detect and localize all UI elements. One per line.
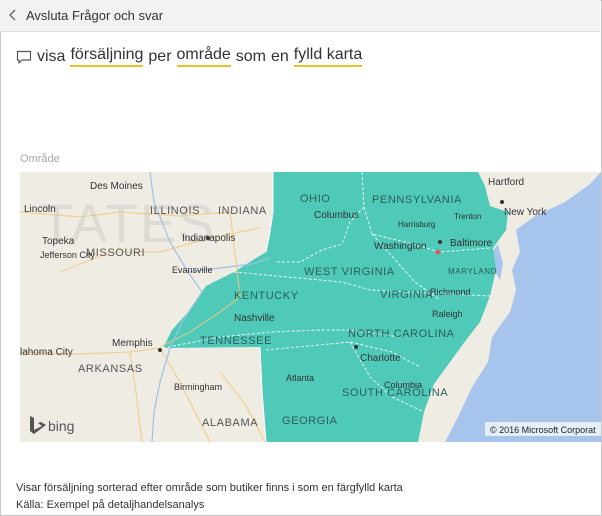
chevron-left-icon — [9, 9, 16, 21]
filled-map[interactable]: TATES ILLINOIS INDIANA OHIO PENNSYLVANIA… — [20, 172, 601, 442]
visual-source: Källa: Exempel på detaljhandelsanalys — [16, 499, 205, 511]
question-word: per — [148, 47, 172, 65]
city-label: Indianapolis — [182, 233, 235, 244]
city-label: Columbus — [314, 210, 359, 221]
map-canvas: TATES ILLINOIS INDIANA OHIO PENNSYLVANIA… — [20, 172, 601, 442]
city-label: Nashville — [234, 313, 275, 324]
state-label: OHIO — [300, 193, 331, 205]
state-label: MARYLAND — [448, 267, 497, 276]
question-box[interactable]: visa försäljning per område som en fylld… — [16, 46, 367, 67]
city-label: lahoma City — [20, 347, 73, 358]
city-label: Lincoln — [24, 204, 56, 215]
svg-text:bing: bing — [48, 418, 74, 434]
state-label: ILLINOIS — [150, 205, 200, 217]
exit-qa-label: Avsluta Frågor och svar — [26, 7, 164, 23]
city-label: Harrisburg — [398, 220, 435, 229]
city-label: Hartford — [488, 177, 524, 188]
state-label: KENTUCKY — [234, 290, 299, 302]
state-label: WEST VIRGINIA — [304, 266, 395, 278]
city-label: Evansville — [172, 265, 213, 275]
question-word: visa — [37, 47, 66, 65]
city-label: Atlanta — [286, 373, 314, 383]
state-label: INDIANA — [218, 205, 267, 217]
question-keyword: fylld karta — [293, 46, 363, 67]
state-label: ALABAMA — [202, 417, 258, 429]
exit-qa-button[interactable]: Avsluta Frågor och svar — [6, 6, 163, 24]
city-label: Trenton — [454, 212, 481, 221]
state-label: GEORGIA — [282, 415, 338, 427]
city-label: Charlotte — [360, 353, 401, 364]
state-label: ARKANSAS — [78, 363, 143, 375]
question-keyword: område — [176, 46, 231, 67]
city-label: Raleigh — [432, 309, 463, 319]
city-label: New York — [504, 207, 547, 218]
city-label: Birmingham — [174, 382, 222, 392]
state-label: NORTH CAROLINA — [348, 328, 455, 340]
question-word: som — [235, 47, 266, 65]
top-bar: Avsluta Frågor och svar — [0, 0, 600, 32]
visual-title: Område — [20, 153, 60, 165]
city-label: Columbia — [384, 380, 422, 390]
state-label: PENNSYLVANIA — [372, 194, 462, 206]
city-label: Baltimore — [450, 238, 493, 249]
question-word: en — [271, 47, 289, 65]
city-label: Des Moines — [90, 181, 143, 192]
visual-description: Visar försäljning sorterad efter område … — [16, 482, 403, 494]
state-label: MISSOURI — [86, 247, 145, 259]
state-label: VIRGINIA — [380, 289, 433, 301]
city-label: Richmond — [430, 287, 471, 297]
city-label: Topeka — [42, 236, 75, 247]
question-keyword: försäljning — [70, 46, 144, 67]
city-label: Memphis — [112, 338, 153, 349]
speech-bubble-icon — [16, 50, 32, 64]
city-label: Washington — [374, 241, 426, 252]
city-label: Jefferson City — [40, 250, 95, 260]
map-attribution: © 2016 Microsoft Corporat — [490, 425, 596, 435]
state-label: TENNESSEE — [200, 335, 272, 347]
